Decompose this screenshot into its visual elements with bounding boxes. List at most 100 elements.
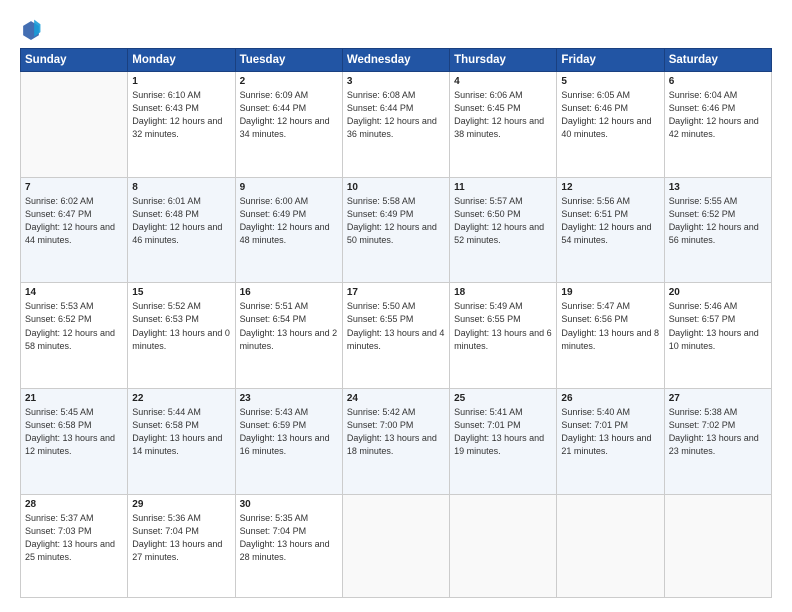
calendar-cell: 28 Sunrise: 5:37 AM Sunset: 7:03 PM Dayli… (21, 494, 128, 597)
cell-details: Sunrise: 5:52 AM Sunset: 6:53 PM Dayligh… (132, 300, 230, 352)
cell-details: Sunrise: 6:08 AM Sunset: 6:44 PM Dayligh… (347, 89, 445, 141)
cell-details: Sunrise: 5:36 AM Sunset: 7:04 PM Dayligh… (132, 512, 230, 564)
calendar-cell: 27 Sunrise: 5:38 AM Sunset: 7:02 PM Dayli… (664, 389, 771, 495)
calendar-cell: 16 Sunrise: 5:51 AM Sunset: 6:54 PM Dayli… (235, 283, 342, 389)
week-row-2: 14Sunrise: 5:53 AM Sunset: 6:52 PM Dayli… (21, 283, 772, 389)
cell-details: Sunrise: 6:00 AM Sunset: 6:49 PM Dayligh… (240, 195, 338, 247)
week-row-0: 1 Sunrise: 6:10 AM Sunset: 6:43 PM Daylig… (21, 72, 772, 178)
day-number: 8 (132, 182, 230, 193)
cell-details: Sunrise: 5:38 AM Sunset: 7:02 PM Dayligh… (669, 406, 767, 458)
calendar-cell: 8Sunrise: 6:01 AM Sunset: 6:48 PM Daylig… (128, 177, 235, 283)
day-number: 10 (347, 182, 445, 193)
day-number: 19 (561, 287, 659, 298)
calendar-cell: 1 Sunrise: 6:10 AM Sunset: 6:43 PM Daylig… (128, 72, 235, 178)
calendar-cell: 15 Sunrise: 5:52 AM Sunset: 6:53 PM Dayli… (128, 283, 235, 389)
calendar-cell: 6 Sunrise: 6:04 AM Sunset: 6:46 PM Daylig… (664, 72, 771, 178)
day-number: 29 (132, 499, 230, 510)
calendar-cell: 2 Sunrise: 6:09 AM Sunset: 6:44 PM Daylig… (235, 72, 342, 178)
day-number: 24 (347, 393, 445, 404)
calendar-cell: 19Sunrise: 5:47 AM Sunset: 6:56 PM Dayli… (557, 283, 664, 389)
calendar-cell: 26Sunrise: 5:40 AM Sunset: 7:01 PM Dayli… (557, 389, 664, 495)
day-number: 17 (347, 287, 445, 298)
header-monday: Monday (128, 49, 235, 72)
cell-details: Sunrise: 5:35 AM Sunset: 7:04 PM Dayligh… (240, 512, 338, 564)
day-number: 2 (240, 76, 338, 87)
week-row-3: 21 Sunrise: 5:45 AM Sunset: 6:58 PM Dayli… (21, 389, 772, 495)
calendar-cell: 9 Sunrise: 6:00 AM Sunset: 6:49 PM Daylig… (235, 177, 342, 283)
calendar-table: SundayMondayTuesdayWednesdayThursdayFrid… (20, 48, 772, 598)
calendar-cell: 13 Sunrise: 5:55 AM Sunset: 6:52 PM Dayli… (664, 177, 771, 283)
calendar-cell: 12Sunrise: 5:56 AM Sunset: 6:51 PM Dayli… (557, 177, 664, 283)
day-number: 5 (561, 76, 659, 87)
cell-details: Sunrise: 5:55 AM Sunset: 6:52 PM Dayligh… (669, 195, 767, 247)
day-number: 20 (669, 287, 767, 298)
day-number: 27 (669, 393, 767, 404)
calendar-cell: 18 Sunrise: 5:49 AM Sunset: 6:55 PM Dayli… (450, 283, 557, 389)
day-number: 30 (240, 499, 338, 510)
calendar-cell: 20 Sunrise: 5:46 AM Sunset: 6:57 PM Dayli… (664, 283, 771, 389)
cell-details: Sunrise: 6:04 AM Sunset: 6:46 PM Dayligh… (669, 89, 767, 141)
day-number: 11 (454, 182, 552, 193)
calendar-cell (557, 494, 664, 597)
day-number: 23 (240, 393, 338, 404)
logo (20, 18, 46, 40)
calendar-cell (21, 72, 128, 178)
calendar-cell: 21 Sunrise: 5:45 AM Sunset: 6:58 PM Dayli… (21, 389, 128, 495)
day-number: 22 (132, 393, 230, 404)
cell-details: Sunrise: 5:40 AM Sunset: 7:01 PM Dayligh… (561, 406, 659, 458)
header-tuesday: Tuesday (235, 49, 342, 72)
calendar-cell (664, 494, 771, 597)
day-number: 13 (669, 182, 767, 193)
day-number: 21 (25, 393, 123, 404)
calendar-cell: 4Sunrise: 6:06 AM Sunset: 6:45 PM Daylig… (450, 72, 557, 178)
cell-details: Sunrise: 5:45 AM Sunset: 6:58 PM Dayligh… (25, 406, 123, 458)
cell-details: Sunrise: 5:53 AM Sunset: 6:52 PM Dayligh… (25, 300, 123, 352)
week-row-4: 28 Sunrise: 5:37 AM Sunset: 7:03 PM Dayli… (21, 494, 772, 597)
day-number: 15 (132, 287, 230, 298)
calendar-cell: 11 Sunrise: 5:57 AM Sunset: 6:50 PM Dayli… (450, 177, 557, 283)
day-number: 3 (347, 76, 445, 87)
cell-details: Sunrise: 5:58 AM Sunset: 6:49 PM Dayligh… (347, 195, 445, 247)
calendar-cell: 23 Sunrise: 5:43 AM Sunset: 6:59 PM Dayli… (235, 389, 342, 495)
header-friday: Friday (557, 49, 664, 72)
cell-details: Sunrise: 6:02 AM Sunset: 6:47 PM Dayligh… (25, 195, 123, 247)
cell-details: Sunrise: 5:46 AM Sunset: 6:57 PM Dayligh… (669, 300, 767, 352)
day-number: 28 (25, 499, 123, 510)
header-sunday: Sunday (21, 49, 128, 72)
calendar-cell: 29 Sunrise: 5:36 AM Sunset: 7:04 PM Dayli… (128, 494, 235, 597)
calendar-cell: 14Sunrise: 5:53 AM Sunset: 6:52 PM Dayli… (21, 283, 128, 389)
cell-details: Sunrise: 6:09 AM Sunset: 6:44 PM Dayligh… (240, 89, 338, 141)
calendar-cell: 3 Sunrise: 6:08 AM Sunset: 6:44 PM Daylig… (342, 72, 449, 178)
day-number: 6 (669, 76, 767, 87)
cell-details: Sunrise: 5:49 AM Sunset: 6:55 PM Dayligh… (454, 300, 552, 352)
header-row: SundayMondayTuesdayWednesdayThursdayFrid… (21, 49, 772, 72)
header-wednesday: Wednesday (342, 49, 449, 72)
calendar-cell: 5 Sunrise: 6:05 AM Sunset: 6:46 PM Daylig… (557, 72, 664, 178)
page: SundayMondayTuesdayWednesdayThursdayFrid… (0, 0, 792, 612)
cell-details: Sunrise: 6:10 AM Sunset: 6:43 PM Dayligh… (132, 89, 230, 141)
day-number: 25 (454, 393, 552, 404)
day-number: 7 (25, 182, 123, 193)
cell-details: Sunrise: 5:43 AM Sunset: 6:59 PM Dayligh… (240, 406, 338, 458)
cell-details: Sunrise: 5:37 AM Sunset: 7:03 PM Dayligh… (25, 512, 123, 564)
cell-details: Sunrise: 5:57 AM Sunset: 6:50 PM Dayligh… (454, 195, 552, 247)
calendar-cell: 7 Sunrise: 6:02 AM Sunset: 6:47 PM Daylig… (21, 177, 128, 283)
calendar-cell (450, 494, 557, 597)
cell-details: Sunrise: 6:05 AM Sunset: 6:46 PM Dayligh… (561, 89, 659, 141)
day-number: 9 (240, 182, 338, 193)
cell-details: Sunrise: 5:51 AM Sunset: 6:54 PM Dayligh… (240, 300, 338, 352)
day-number: 4 (454, 76, 552, 87)
cell-details: Sunrise: 5:44 AM Sunset: 6:58 PM Dayligh… (132, 406, 230, 458)
header-thursday: Thursday (450, 49, 557, 72)
calendar-cell: 30 Sunrise: 5:35 AM Sunset: 7:04 PM Dayli… (235, 494, 342, 597)
calendar-cell: 10 Sunrise: 5:58 AM Sunset: 6:49 PM Dayli… (342, 177, 449, 283)
day-number: 12 (561, 182, 659, 193)
day-number: 16 (240, 287, 338, 298)
day-number: 18 (454, 287, 552, 298)
calendar-cell: 22 Sunrise: 5:44 AM Sunset: 6:58 PM Dayli… (128, 389, 235, 495)
day-number: 1 (132, 76, 230, 87)
header-saturday: Saturday (664, 49, 771, 72)
calendar-cell: 24Sunrise: 5:42 AM Sunset: 7:00 PM Dayli… (342, 389, 449, 495)
calendar-cell (342, 494, 449, 597)
logo-icon (20, 18, 42, 40)
